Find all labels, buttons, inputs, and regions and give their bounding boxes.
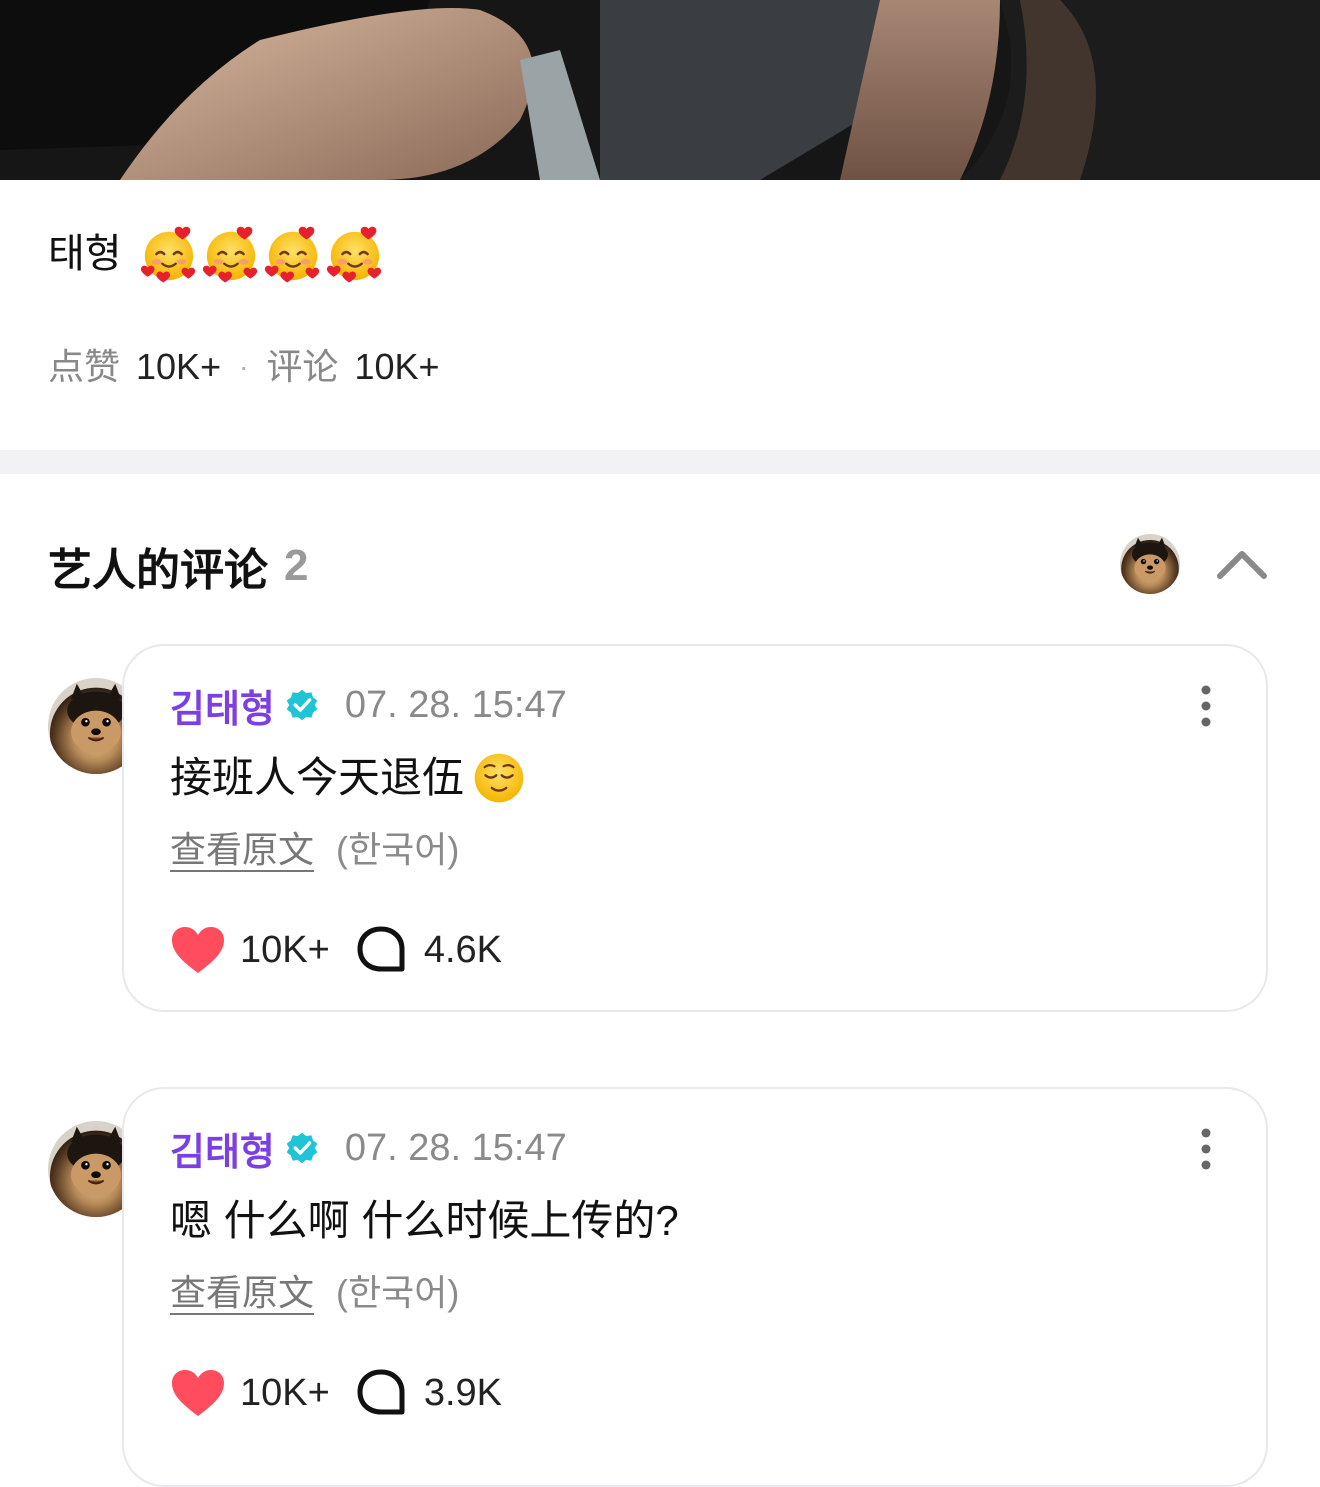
comment-time: 07. 28. 15:47	[344, 1126, 567, 1169]
reply-count: 3.9K	[423, 1371, 502, 1414]
comment-time: 07. 28. 15:47	[344, 683, 567, 726]
translation-row: 查看原文 (한국어)	[170, 826, 459, 874]
like-count: 10K+	[240, 928, 330, 971]
comment-actions: 10K+ 3.9K	[170, 1365, 502, 1421]
more-options-button[interactable]	[1196, 1127, 1216, 1171]
comments-label: 评论	[266, 346, 339, 387]
likes-label: 点赞	[48, 346, 121, 387]
caption-emojis	[140, 225, 384, 283]
comments-count[interactable]: 10K+	[354, 340, 439, 394]
comment-text-content: 接班人今天退伍	[170, 754, 465, 801]
section-count: 2	[284, 541, 309, 590]
relieved-face-icon	[472, 751, 526, 805]
comment-bubble: 김태형 07. 28. 15:47 嗯 什么啊 什么时候上传的? 查看原文 (한…	[122, 1087, 1268, 1487]
chevron-up-icon	[1217, 551, 1267, 579]
translation-row: 查看原文 (한국어)	[170, 1269, 459, 1317]
reply-bubble-icon[interactable]	[356, 1368, 406, 1418]
smiling-face-with-hearts-icon	[264, 225, 322, 283]
post-stats: 点赞 10K+ · 评论 10K+	[48, 340, 440, 394]
author-name[interactable]: 김태형	[170, 1121, 275, 1176]
comment-actions: 10K+ 4.6K	[170, 922, 502, 978]
caption-text: 태형	[48, 232, 122, 276]
comment-text-content: 嗯 什么啊 什么时候上传的?	[170, 1197, 679, 1244]
smiling-face-with-hearts-icon	[202, 225, 260, 283]
collapse-button[interactable]	[1214, 542, 1270, 586]
verified-badge-icon	[285, 688, 319, 722]
artist-comments-header: 艺人的评论 2	[48, 532, 1268, 600]
author-name[interactable]: 김태형	[170, 678, 275, 733]
section-title: 艺人的评论	[48, 546, 268, 595]
likes-count[interactable]: 10K+	[136, 340, 221, 394]
more-vertical-icon	[1201, 685, 1211, 727]
stats-separator: ·	[239, 351, 249, 382]
post-photo[interactable]	[0, 0, 1320, 180]
view-original-link[interactable]: 查看原文	[170, 1272, 314, 1313]
reply-bubble-icon[interactable]	[356, 925, 406, 975]
view-original-link[interactable]: 查看原文	[170, 829, 314, 870]
comment-meta: 김태형 07. 28. 15:47	[170, 1125, 567, 1174]
original-language: (한국어)	[336, 829, 460, 870]
more-vertical-icon	[1201, 1128, 1211, 1170]
heart-icon[interactable]	[170, 1368, 226, 1418]
verified-badge-icon	[285, 1131, 319, 1165]
more-options-button[interactable]	[1196, 684, 1216, 728]
reply-count: 4.6K	[423, 928, 502, 971]
comment-text: 嗯 什么啊 什么时候上传的?	[170, 1193, 679, 1249]
comment-text: 接班人今天退伍	[170, 750, 526, 806]
smiling-face-with-hearts-icon	[140, 225, 198, 283]
post-caption: 태형	[48, 222, 384, 286]
section-divider	[0, 450, 1320, 474]
smiling-face-with-hearts-icon	[326, 225, 384, 283]
comment-meta: 김태형 07. 28. 15:47	[170, 682, 567, 731]
like-count: 10K+	[240, 1371, 330, 1414]
artist-avatar[interactable]	[1120, 534, 1180, 594]
comment-bubble: 김태형 07. 28. 15:47 接班人今天退伍 查看原文 (한국어) 10K…	[122, 644, 1268, 1012]
heart-icon[interactable]	[170, 925, 226, 975]
original-language: (한국어)	[336, 1272, 460, 1313]
